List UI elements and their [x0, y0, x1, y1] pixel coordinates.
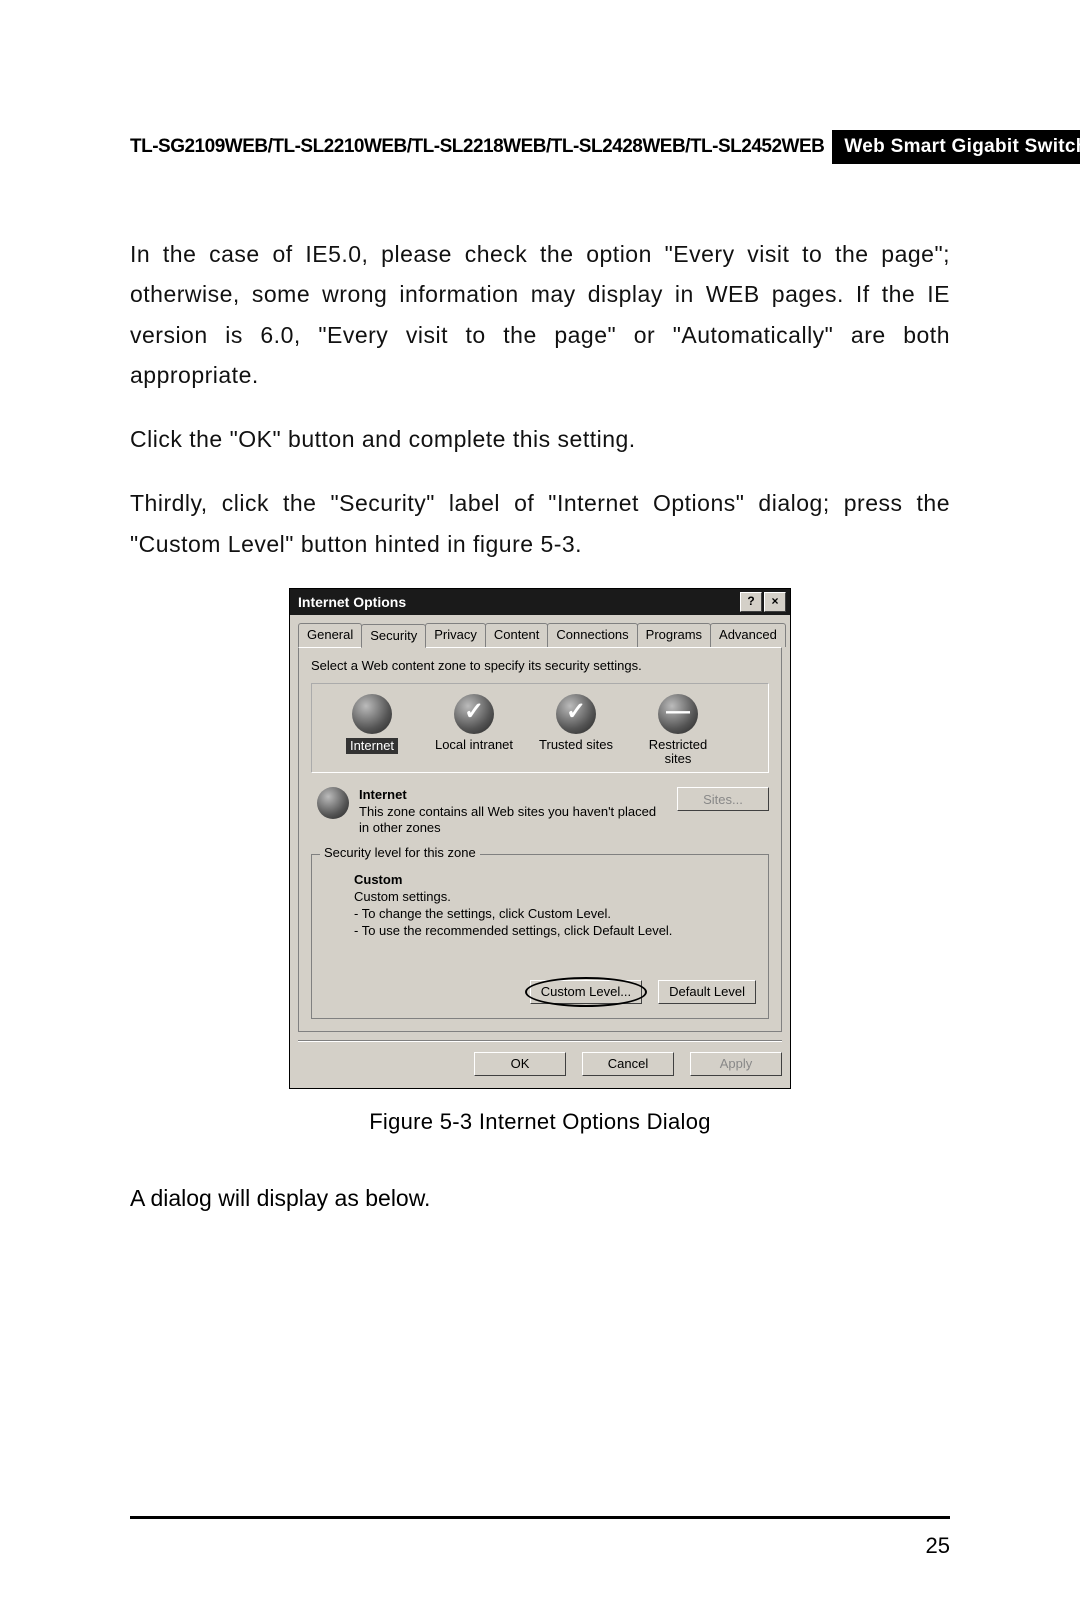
tab-content[interactable]: Content	[485, 623, 549, 647]
dialog-titlebar[interactable]: Internet Options ? ×	[290, 589, 790, 615]
zone-description-row: Internet This zone contains all Web site…	[317, 787, 769, 836]
tab-advanced[interactable]: Advanced	[710, 623, 786, 647]
page-number: 25	[926, 1533, 950, 1559]
globe-check-icon	[454, 694, 494, 734]
zone-internet[interactable]: Internet	[330, 694, 414, 767]
custom-line-2: - To use the recommended settings, click…	[354, 923, 756, 940]
tabstrip: General Security Privacy Content Connect…	[290, 615, 790, 647]
paragraph-1: In the case of IE5.0, please check the o…	[130, 234, 950, 395]
default-level-button[interactable]: Default Level	[658, 980, 756, 1004]
sites-button[interactable]: Sites...	[677, 787, 769, 811]
level-buttons: Custom Level... Default Level	[324, 980, 756, 1004]
globe-check-icon	[556, 694, 596, 734]
page-header: TL-SG2109WEB/TL-SL2210WEB/TL-SL2218WEB/T…	[130, 130, 950, 164]
zone-trusted-sites[interactable]: Trusted sites	[534, 694, 618, 767]
document-page: TL-SG2109WEB/TL-SL2210WEB/TL-SL2218WEB/T…	[0, 0, 1080, 1619]
header-models: TL-SG2109WEB/TL-SL2210WEB/TL-SL2218WEB/T…	[130, 130, 832, 164]
paragraph-4: A dialog will display as below.	[130, 1185, 950, 1212]
figure-wrap: Internet Options ? × General Security Pr…	[130, 588, 950, 1135]
custom-block: Custom Custom settings. - To change the …	[354, 872, 756, 940]
zone-description: Internet This zone contains all Web site…	[359, 787, 667, 836]
zone-local-intranet[interactable]: Local intranet	[432, 694, 516, 767]
security-panel: Select a Web content zone to specify its…	[298, 647, 782, 1032]
globe-icon	[317, 787, 349, 819]
tab-privacy[interactable]: Privacy	[425, 623, 486, 647]
custom-line-1: - To change the settings, click Custom L…	[354, 906, 756, 923]
close-icon[interactable]: ×	[764, 592, 786, 612]
internet-options-dialog: Internet Options ? × General Security Pr…	[289, 588, 791, 1089]
divider	[298, 1040, 782, 1042]
zone-instruction: Select a Web content zone to specify its…	[311, 658, 769, 673]
figure-caption: Figure 5-3 Internet Options Dialog	[369, 1109, 711, 1135]
zone-label: Local intranet	[435, 738, 513, 752]
help-icon[interactable]: ?	[740, 592, 762, 612]
dialog-title: Internet Options	[298, 594, 406, 610]
zone-restricted-sites[interactable]: Restricted sites	[636, 694, 720, 767]
footer-rule	[130, 1516, 950, 1519]
paragraph-3: Thirdly, click the "Security" label of "…	[130, 483, 950, 564]
tab-general[interactable]: General	[298, 623, 362, 647]
tab-programs[interactable]: Programs	[637, 623, 711, 647]
ok-button[interactable]: OK	[474, 1052, 566, 1076]
custom-level-button[interactable]: Custom Level...	[530, 980, 642, 1004]
zone-list: Internet Local intranet Trusted sites Re…	[311, 683, 769, 774]
zone-label: Internet	[346, 738, 398, 754]
zone-name: Internet	[359, 787, 667, 803]
tab-security[interactable]: Security	[361, 624, 426, 648]
dialog-buttons: OK Cancel Apply	[290, 1052, 790, 1088]
apply-button[interactable]: Apply	[690, 1052, 782, 1076]
group-legend: Security level for this zone	[320, 845, 480, 860]
zone-label: Trusted sites	[539, 738, 613, 752]
paragraph-2: Click the "OK" button and complete this …	[130, 419, 950, 459]
custom-sub: Custom settings.	[354, 889, 756, 906]
cancel-button[interactable]: Cancel	[582, 1052, 674, 1076]
custom-title: Custom	[354, 872, 756, 889]
header-title: Web Smart Gigabit Switch Family User's G…	[832, 130, 1080, 164]
zone-desc-text: This zone contains all Web sites you hav…	[359, 804, 667, 837]
security-level-group: Security level for this zone Custom Cust…	[311, 854, 769, 1019]
globe-icon	[352, 694, 392, 734]
zone-label: Restricted sites	[636, 738, 720, 767]
globe-minus-icon	[658, 694, 698, 734]
tab-connections[interactable]: Connections	[547, 623, 637, 647]
